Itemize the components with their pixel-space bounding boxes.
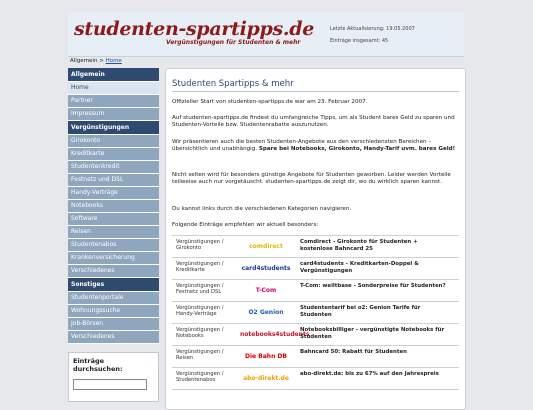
sidebar-item-impressum[interactable]: Impressum	[68, 108, 159, 121]
site-header: studenten-spartipps.de Vergünstigungen f…	[68, 12, 464, 57]
sidebar-item-reisen[interactable]: Reisen	[68, 226, 159, 239]
sidebar-item-krankenversicherung[interactable]: Krankenversicherung	[68, 252, 159, 265]
sidebar-section-allgemein: Allgemein	[68, 68, 159, 82]
offer-link[interactable]: Comdirect - Girokonto für Studenten + ko…	[300, 239, 450, 252]
offer-row[interactable]: Vergünstigungen / Notebooks notebooks4st…	[172, 324, 459, 346]
offer-row[interactable]: Vergünstigungen / Girokonto comdirect Co…	[172, 236, 459, 258]
sidebar-item-software[interactable]: Software	[68, 213, 159, 226]
entry-count-text: Einträge insgesamt: 45	[330, 38, 389, 44]
breadcrumb: Allgemein > Home	[70, 58, 122, 64]
page-title: Studenten Spartipps & mehr	[172, 79, 294, 89]
card4students-logo[interactable]: card4students	[240, 262, 292, 275]
notebooks4students-logo[interactable]: notebooks4students	[240, 328, 309, 341]
offer-link[interactable]: abo-direkt.de: bis zu 67% auf den Jahres…	[300, 371, 450, 378]
offer-row[interactable]: Vergünstigungen / Festnetz und DSL T-Com…	[172, 280, 459, 302]
offer-category: Vergünstigungen / Festnetz und DSL	[176, 283, 224, 296]
sidebar: Allgemein Home Partner Impressum Vergüns…	[68, 68, 159, 402]
offer-category: Vergünstigungen / Studentenabos	[176, 371, 224, 384]
intro-text: Auf studenten-spartipps.de findest du um…	[172, 115, 455, 129]
tcom-logo[interactable]: T-Com	[240, 284, 292, 297]
sidebar-item-wohnungssuche[interactable]: Wohnungssuche	[68, 305, 159, 318]
comdirect-logo[interactable]: comdirect	[240, 240, 292, 253]
offer-row[interactable]: Vergünstigungen / Reisen Die Bahn DB Bah…	[172, 346, 459, 368]
offer-category: Vergünstigungen / Reisen	[176, 349, 224, 362]
sidebar-item-kreditkarte[interactable]: Kreditkarte	[68, 148, 159, 161]
search-label: Einträge durchsuchen:	[73, 357, 123, 373]
search-box: Einträge durchsuchen:	[68, 352, 159, 402]
offer-row[interactable]: Vergünstigungen / Kreditkarte card4stude…	[172, 258, 459, 280]
sidebar-item-home[interactable]: Home	[68, 82, 159, 95]
recommendations-heading: Folgende Einträge empfehlen wir aktuell …	[172, 222, 319, 228]
last-update-text: Letzte Aktualisierung: 19.05.2007	[330, 26, 415, 32]
sidebar-section-sonstiges: Sonstiges	[68, 278, 159, 292]
offer-link[interactable]: T-Com: weiltbase - Sonderpreise für Stud…	[300, 283, 450, 290]
offer-row[interactable]: Vergünstigungen / Handy-Verträge O2 Geni…	[172, 302, 459, 324]
sidebar-item-sonstiges-verschiedenes[interactable]: Verschiedenes	[68, 331, 159, 344]
breadcrumb-home-link[interactable]: Home	[106, 58, 122, 64]
offer-category: Vergünstigungen / Girokonto	[176, 239, 224, 252]
sidebar-item-notebooks[interactable]: Notebooks	[68, 200, 159, 213]
offer-category: Vergünstigungen / Notebooks	[176, 327, 224, 340]
offer-category: Vergünstigungen / Handy-Verträge	[176, 305, 224, 318]
offer-link[interactable]: Bahncard 50: Rabatt für Studenten	[300, 349, 450, 356]
sidebar-item-studentenportale[interactable]: Studentenportale	[68, 292, 159, 305]
offer-row[interactable]: Vergünstigungen / Studentenabos abo-dire…	[172, 368, 459, 390]
offer-link[interactable]: card4students - Kreditkarten-Doppel & Ve…	[300, 261, 450, 274]
sidebar-item-girokonto[interactable]: Girokonto	[68, 135, 159, 148]
site-logo[interactable]: studenten-spartipps.de	[74, 18, 314, 40]
highlight-text: Spare bei Notebooks, Girokonto, Handy-Ta…	[258, 146, 456, 153]
sidebar-item-studentenabos[interactable]: Studentenabos	[68, 239, 159, 252]
sidebar-item-verschiedenes[interactable]: Verschiedenes	[68, 265, 159, 278]
sidebar-item-handy-vertraege[interactable]: Handy-Verträge	[68, 187, 159, 200]
sidebar-item-studentenkredit[interactable]: Studentenkredit	[68, 161, 159, 174]
offer-category: Vergünstigungen / Kreditkarte	[176, 261, 224, 274]
intro-start-text: Offizieller Start von studenten-spartipp…	[172, 99, 368, 105]
navigation-hint: Du kannst links durch die verschiedenen …	[172, 206, 352, 212]
search-input[interactable]	[73, 379, 147, 390]
title-divider	[172, 91, 459, 92]
offers-intro-text: Wir präsentieren auch die besten Student…	[172, 139, 456, 153]
breadcrumb-current: Allgemein	[70, 58, 98, 64]
offer-link[interactable]: Studententarif bei o2: Genion Tarife für…	[300, 305, 450, 318]
offer-link[interactable]: Notebooksbilliger - vergünstigte Noteboo…	[300, 327, 450, 340]
sidebar-section-verguenstigungen: Vergünstigungen	[68, 121, 159, 135]
sidebar-item-job-boersen[interactable]: Job-Börsen	[68, 318, 159, 331]
abo-direkt-logo[interactable]: abo-direkt.de	[240, 372, 292, 385]
o2-logo[interactable]: O2 Genion	[240, 306, 292, 319]
warning-text: Nicht selten wird für besonders günstige…	[172, 172, 451, 186]
site-slogan: Vergünstigungen für Studenten & mehr	[166, 39, 301, 46]
sidebar-item-partner[interactable]: Partner	[68, 95, 159, 108]
db-logo[interactable]: Die Bahn DB	[240, 350, 292, 363]
sidebar-item-festnetz-dsl[interactable]: Festnetz und DSL	[68, 174, 159, 187]
main-content: Studenten Spartipps & mehr Offizieller S…	[165, 68, 466, 410]
offers-table: Vergünstigungen / Girokonto comdirect Co…	[172, 235, 459, 390]
